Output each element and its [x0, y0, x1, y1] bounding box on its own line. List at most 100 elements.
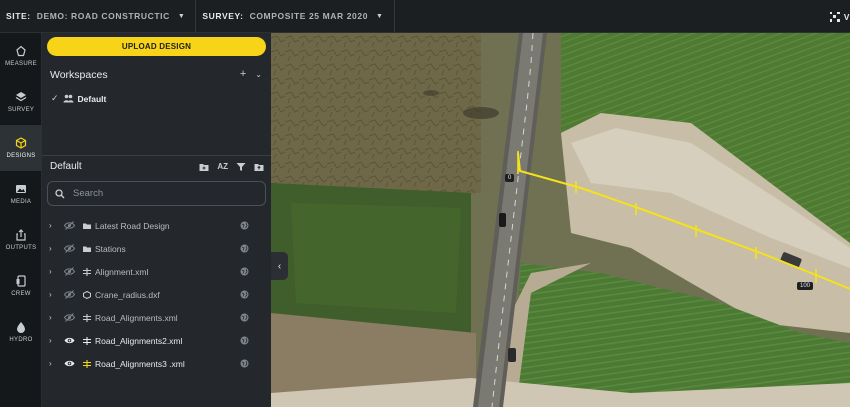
alignment-overlay — [517, 151, 850, 290]
workspace-label: Default — [77, 93, 107, 104]
eye-off-icon[interactable] — [64, 267, 78, 276]
rail-item-hydro[interactable]: HYDRO — [0, 309, 42, 355]
rail-label: MEASURE — [5, 61, 37, 67]
eye-icon[interactable] — [64, 359, 78, 368]
rail-label: OUTPUTS — [5, 245, 37, 251]
eye-off-icon[interactable] — [64, 221, 78, 230]
workspaces-title: Workspaces — [50, 69, 108, 81]
rail-item-measure[interactable]: MEASURE — [0, 33, 42, 79]
eye-off-icon[interactable] — [64, 290, 78, 299]
droplet-icon — [17, 322, 25, 333]
collapse-panel-button[interactable]: ‹ — [271, 252, 288, 280]
eye-icon[interactable] — [64, 336, 78, 345]
globe-icon[interactable] — [240, 290, 249, 299]
check-icon: ✓ — [51, 93, 59, 103]
layers-title: Default — [50, 161, 82, 172]
search-input[interactable] — [73, 188, 253, 199]
layer-row[interactable]: › Stations — [42, 237, 271, 260]
site-selector[interactable]: SITE: DEMO: ROAD CONSTRUCTIC ▼ — [0, 0, 197, 32]
survey-key: SURVEY: — [202, 11, 244, 21]
view-label: V — [843, 11, 850, 22]
view-menu[interactable]: V — [829, 0, 850, 33]
search-field[interactable] — [47, 181, 266, 206]
station-end-tag: 100 — [797, 282, 814, 290]
share-icon — [16, 229, 26, 241]
qr-code-icon — [829, 11, 840, 22]
layer-row[interactable]: › Road_Alignments.xml — [42, 306, 271, 329]
add-folder-icon[interactable] — [199, 162, 209, 172]
chevron-right-icon[interactable]: › — [49, 336, 59, 345]
cube-icon — [15, 137, 27, 149]
rail-label: DESIGNS — [6, 153, 36, 159]
folder-icon — [82, 222, 92, 230]
layer-name: Stations — [95, 243, 126, 254]
layer-name: Latest Road Design — [95, 220, 170, 231]
globe-icon[interactable] — [240, 221, 249, 230]
rail-item-crew[interactable]: CREW — [0, 263, 42, 309]
layer-name: Road_Alignments2.xml — [95, 335, 183, 346]
nav-rail: MEASURE SURVEY DESIGNS MEDIA OUTPUTS CRE… — [0, 33, 42, 407]
caret-down-icon: ▼ — [177, 12, 186, 20]
alignment-icon — [82, 313, 92, 322]
rail-item-designs[interactable]: DESIGNS — [0, 125, 42, 171]
layer-row[interactable]: › Alignment.xml — [42, 260, 271, 283]
upload-design-button[interactable]: UPLOAD DESIGN — [47, 37, 266, 56]
workspace-item-default[interactable]: ✓ Default — [51, 93, 106, 104]
caret-down-icon: ▼ — [376, 12, 384, 20]
image-icon — [16, 185, 26, 193]
add-workspace-icon[interactable]: + — [240, 68, 246, 82]
chevron-right-icon[interactable]: › — [49, 359, 59, 368]
sort-az-button[interactable]: AZ — [217, 162, 228, 171]
chevron-down-icon[interactable]: ⌄ — [255, 68, 262, 82]
measure-icon — [16, 45, 26, 57]
layer-name: Crane_radius.dxf — [95, 289, 160, 300]
globe-icon[interactable] — [240, 244, 249, 253]
rail-label: SURVEY — [7, 107, 35, 113]
map-view[interactable]: 0 100 — [271, 33, 850, 407]
layer-row[interactable]: › Latest Road Design — [42, 214, 271, 237]
globe-icon[interactable] — [240, 267, 249, 276]
divider — [42, 155, 271, 156]
survey-selector[interactable]: SURVEY: COMPOSITE 25 MAR 2020 ▼ — [196, 0, 395, 32]
layers-icon — [15, 92, 27, 102]
rail-label: MEDIA — [10, 199, 32, 205]
chevron-right-icon[interactable]: › — [49, 313, 59, 322]
rail-label: HYDRO — [9, 337, 33, 343]
layer-name: Alignment.xml — [95, 266, 149, 277]
globe-icon[interactable] — [240, 313, 249, 322]
layer-row[interactable]: › Road_Alignments3 .xml — [42, 352, 271, 375]
rail-item-outputs[interactable]: OUTPUTS — [0, 217, 42, 263]
designs-panel: UPLOAD DESIGN Workspaces + ⌄ ✓ Default D… — [42, 33, 271, 407]
alignment-icon — [82, 267, 92, 276]
globe-icon[interactable] — [240, 359, 249, 368]
upload-folder-icon[interactable] — [254, 162, 264, 172]
folder-icon — [82, 245, 92, 253]
site-value: DEMO: ROAD CONSTRUCTIC — [36, 11, 170, 21]
layer-name: Road_Alignments3 .xml — [95, 358, 185, 369]
chevron-right-icon[interactable]: › — [49, 221, 59, 230]
filter-icon[interactable] — [236, 162, 246, 172]
alignment-icon — [82, 336, 92, 345]
globe-icon[interactable] — [240, 336, 249, 345]
workspaces-header: Workspaces + ⌄ — [50, 68, 262, 82]
eye-off-icon[interactable] — [64, 313, 78, 322]
rail-label: CREW — [11, 291, 31, 297]
cad-icon — [82, 290, 92, 299]
survey-value: COMPOSITE 25 MAR 2020 — [249, 11, 369, 21]
phone-icon — [16, 275, 26, 287]
rail-item-survey[interactable]: SURVEY — [0, 79, 42, 125]
chevron-right-icon[interactable]: › — [49, 290, 59, 299]
eye-off-icon[interactable] — [64, 244, 78, 253]
chevron-right-icon[interactable]: › — [49, 244, 59, 253]
alignment-icon — [82, 359, 92, 368]
group-icon — [63, 94, 74, 103]
search-icon — [55, 188, 65, 198]
layers-header: Default AZ — [50, 161, 264, 172]
layer-row[interactable]: › Road_Alignments2.xml — [42, 329, 271, 352]
rail-item-media[interactable]: MEDIA — [0, 171, 42, 217]
layer-row[interactable]: › Crane_radius.dxf — [42, 283, 271, 306]
top-bar: SITE: DEMO: ROAD CONSTRUCTIC ▼ SURVEY: C… — [0, 0, 850, 33]
site-key: SITE: — [6, 11, 31, 21]
chevron-right-icon[interactable]: › — [49, 267, 59, 276]
layer-list: › Latest Road Design › Stations › Alignm… — [42, 214, 271, 375]
